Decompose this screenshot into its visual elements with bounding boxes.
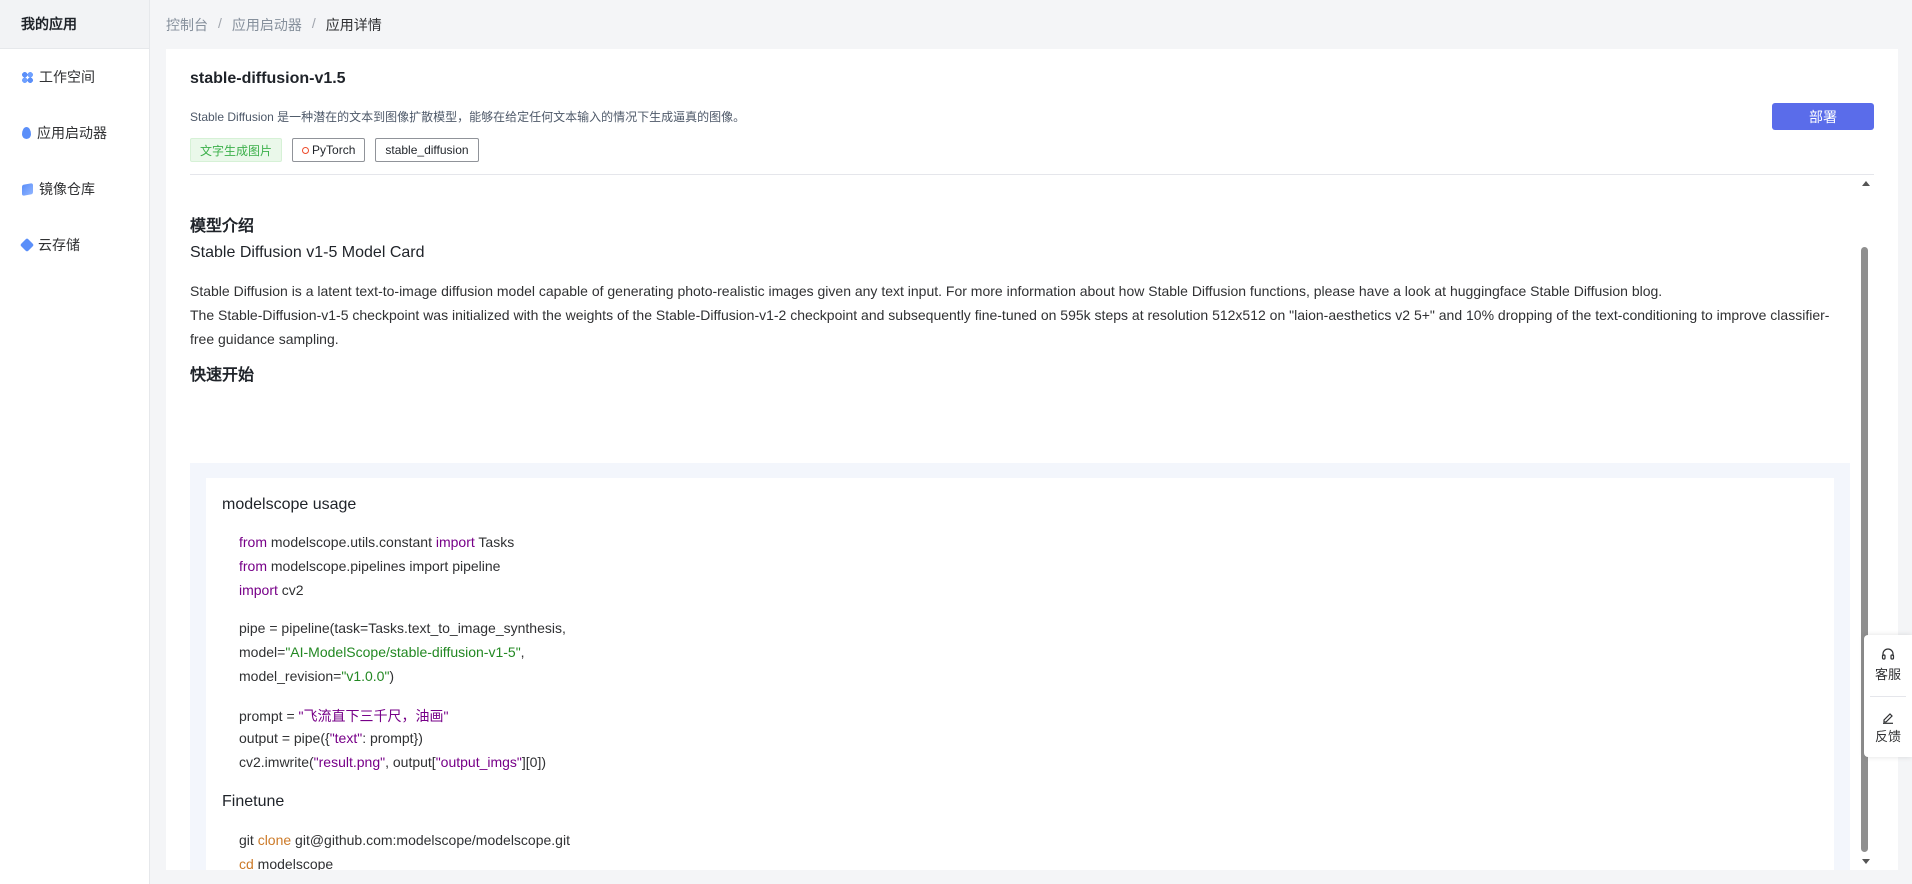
tag-framework-label: PyTorch — [312, 143, 356, 157]
sidebar-item-workspace[interactable]: 工作空间 — [0, 49, 149, 105]
model-card-title: Stable Diffusion v1-5 Model Card — [190, 244, 425, 261]
scroll-down-arrow-icon[interactable] — [1862, 859, 1870, 864]
tag-model: stable_diffusion — [375, 138, 479, 162]
code-line: from modelscope.pipelines import pipelin… — [239, 558, 501, 574]
app-title: stable-diffusion-v1.5 — [190, 70, 346, 87]
sidebar-item-label: 应用启动器 — [37, 125, 107, 141]
sidebar-title: 我的应用 — [0, 0, 149, 49]
code-line: cv2.imwrite("result.png", output["output… — [239, 754, 547, 770]
code-line: model="AI-ModelScope/stable-diffusion-v1… — [239, 644, 525, 660]
sidebar-item-cloud-storage[interactable]: 云存储 — [0, 217, 149, 273]
code-line: output = pipe({"text": prompt}) — [239, 730, 423, 746]
tag-framework: PyTorch — [292, 138, 366, 162]
deploy-button[interactable]: 部署 — [1772, 103, 1874, 130]
feedback-button[interactable]: 反馈 — [1864, 697, 1912, 757]
code-block: modelscope usage from modelscope.utils.c… — [206, 478, 1834, 870]
code-line: git clone git@github.com:modelscope/mode… — [239, 832, 570, 848]
usage-heading: modelscope usage — [222, 496, 357, 513]
breadcrumb-app-launcher[interactable]: 应用启动器 — [232, 15, 302, 35]
customer-service-label: 客服 — [1874, 666, 1901, 682]
breadcrumb-separator: / — [218, 15, 222, 31]
breadcrumb-separator: / — [311, 15, 316, 31]
headset-icon — [1881, 647, 1895, 660]
code-line: pipe = pipeline(task=Tasks.text_to_image… — [239, 620, 566, 636]
breadcrumb-console[interactable]: 控制台 — [166, 15, 208, 35]
cloud-storage-icon — [19, 237, 35, 253]
quickstart-heading: 快速开始 — [190, 367, 255, 384]
breadcrumb: 控制台 / 应用启动器 / 应用详情 — [166, 15, 382, 35]
sidebar-item-app-launcher[interactable]: 应用启动器 — [0, 105, 149, 161]
code-line: cd modelscope — [239, 856, 334, 870]
checkpoint-paragraph: The Stable-Diffusion-v1-5 checkpoint was… — [190, 307, 1830, 347]
workspace-icon — [22, 71, 33, 83]
content-scrollbar[interactable] — [1860, 175, 1870, 870]
tag-category: 文字生成图片 — [190, 138, 283, 162]
customer-service-button[interactable]: 客服 — [1864, 635, 1912, 695]
model-readme[interactable]: 模型介绍 Stable Diffusion v1-5 Model Card St… — [190, 175, 1850, 870]
scroll-up-arrow-icon[interactable] — [1862, 181, 1870, 186]
code-line: from modelscope.utils.constant import Ta… — [239, 534, 515, 550]
intro-heading: 模型介绍 — [190, 218, 255, 235]
rocket-icon — [22, 127, 31, 139]
sidebar-item-label: 云存储 — [38, 237, 80, 253]
code-line: model_revision="v1.0.0") — [239, 668, 395, 684]
pytorch-icon — [302, 146, 310, 154]
breadcrumb-current: 应用详情 — [325, 17, 382, 33]
floating-action-panel: 客服 反馈 — [1864, 635, 1912, 757]
app-detail-panel: stable-diffusion-v1.5 Stable Diffusion 是… — [166, 49, 1898, 870]
code-block-container: modelscope usage from modelscope.utils.c… — [190, 463, 1850, 870]
code-line: import cv2 — [239, 582, 304, 598]
app-description: Stable Diffusion 是一种潜在的文本到图像扩散模型，能够在给定任何… — [190, 110, 746, 124]
tag-list: 文字生成图片 PyTorch stable_diffusion — [190, 138, 479, 162]
sidebar: 我的应用 工作空间 应用启动器 镜像仓库 云存储 — [0, 0, 150, 884]
sidebar-item-image-registry[interactable]: 镜像仓库 — [0, 161, 149, 217]
cube-icon — [22, 182, 33, 196]
scroll-thumb[interactable] — [1861, 247, 1868, 852]
sidebar-item-label: 工作空间 — [39, 69, 95, 85]
code-line: prompt = "飞流直下三千尺，油画" — [239, 708, 449, 724]
sidebar-item-label: 镜像仓库 — [39, 181, 95, 197]
edit-icon — [1883, 712, 1893, 724]
intro-paragraph: Stable Diffusion is a latent text-to-ima… — [190, 283, 1663, 299]
feedback-label: 反馈 — [1874, 728, 1901, 744]
finetune-heading: Finetune — [222, 793, 285, 810]
